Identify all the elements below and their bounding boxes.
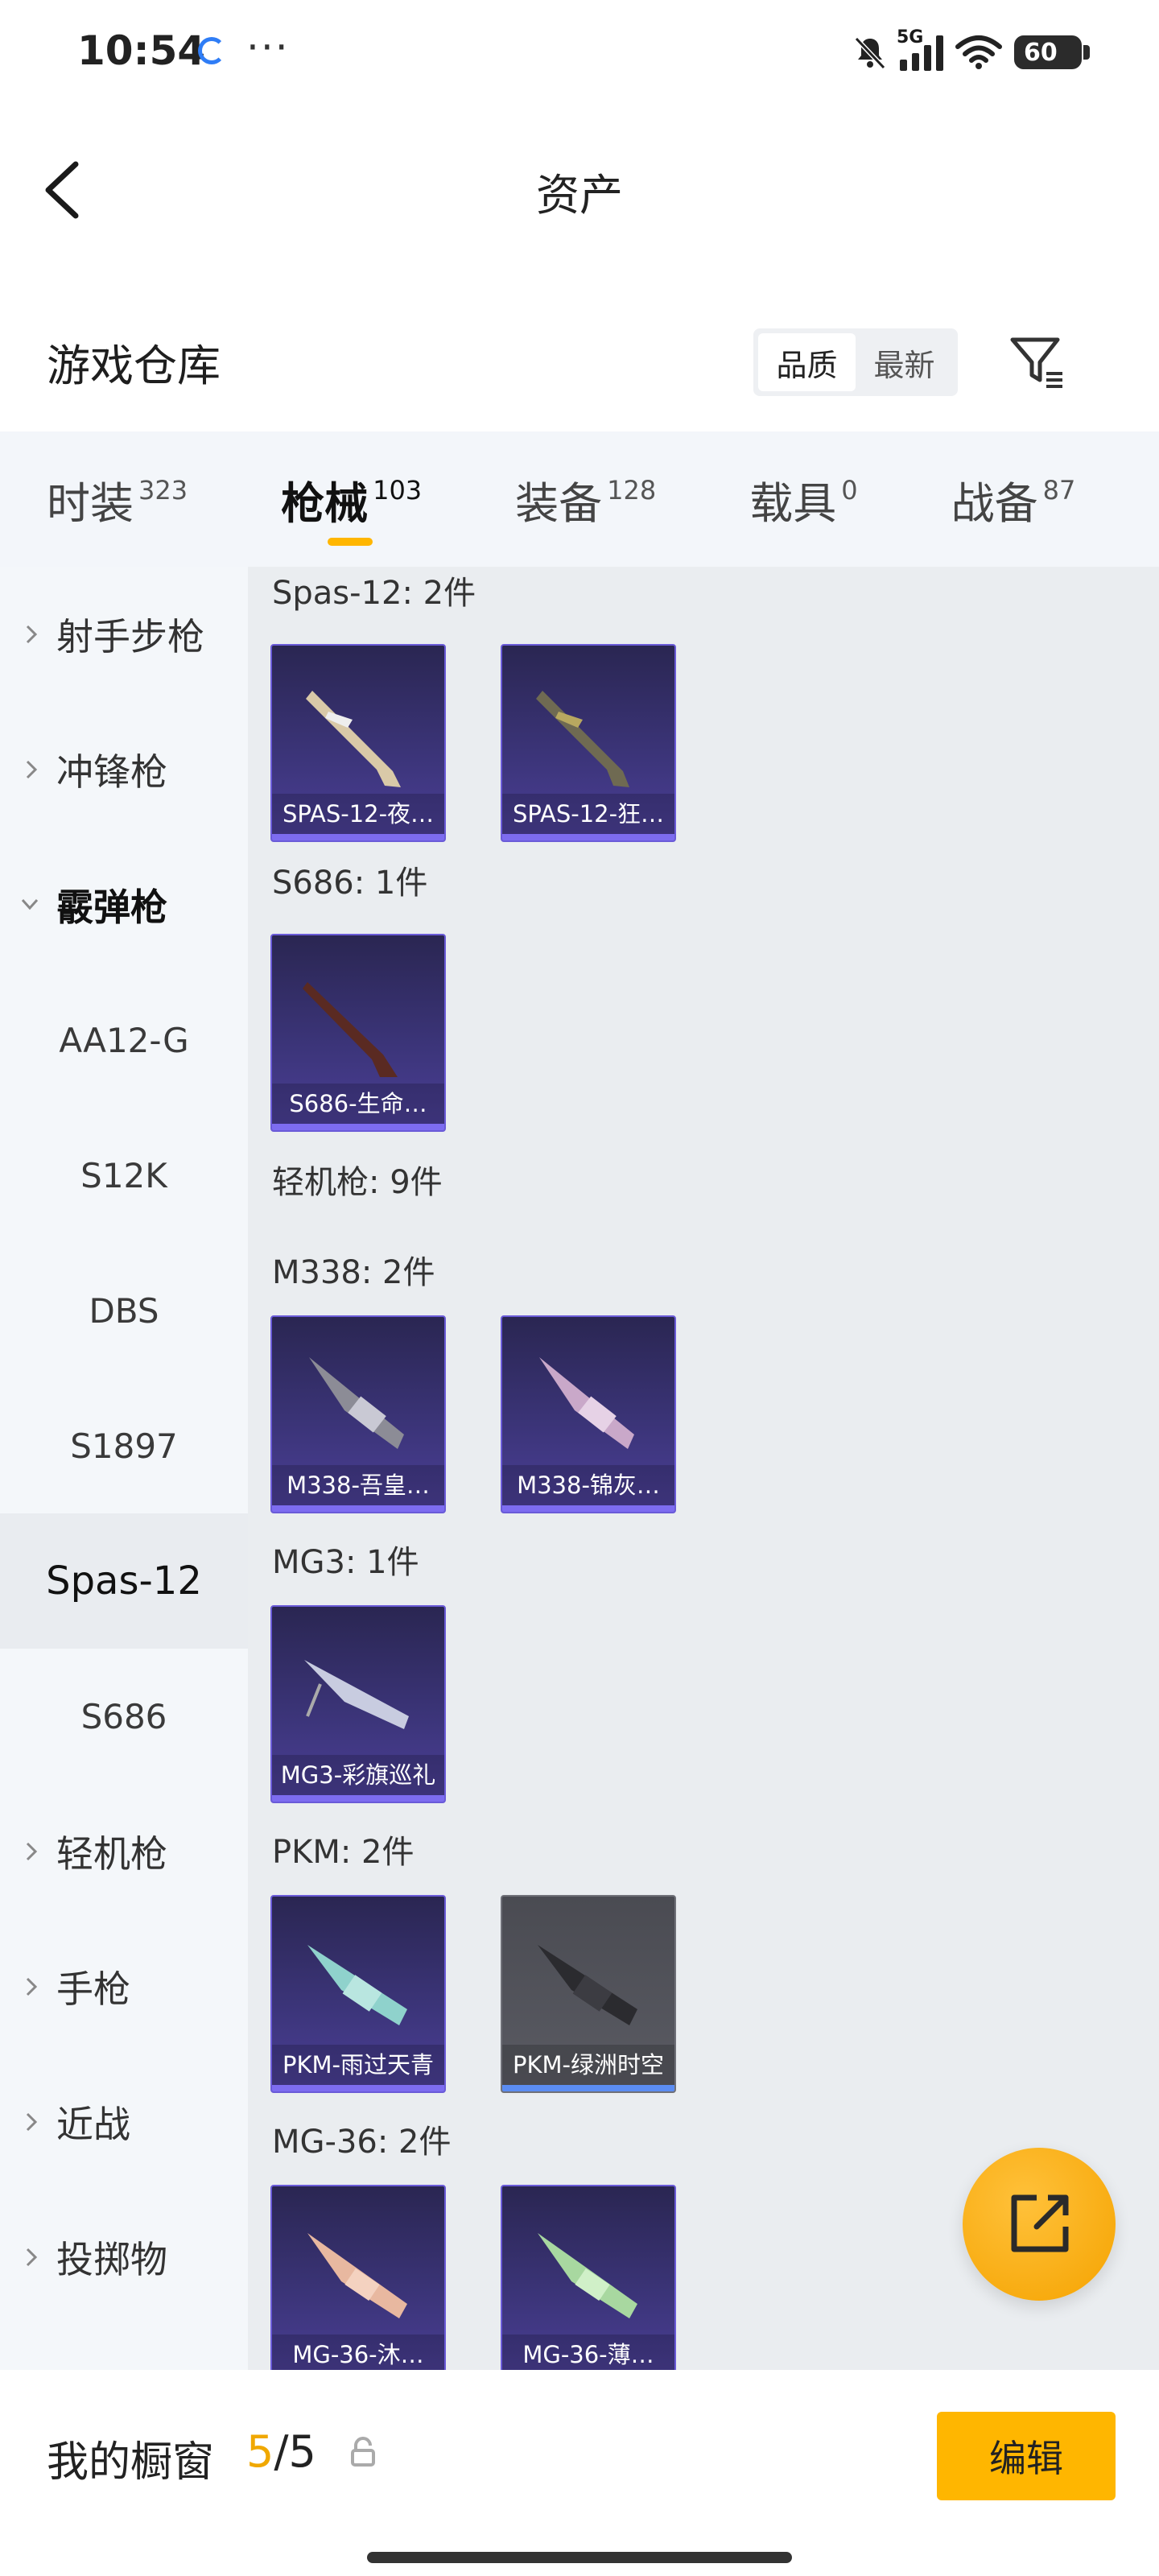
sidebar-item-spas12[interactable]: Spas-12 — [0, 1513, 248, 1649]
shotgun-skin-image — [536, 691, 629, 787]
chevron-right-icon — [26, 2112, 38, 2132]
category-tabs: 时装 323 枪械 103 装备 128 载具 0 战备 87 — [0, 431, 1159, 567]
sidebar-item-throwables[interactable]: 投掷物 — [0, 2190, 248, 2325]
chevron-right-icon — [26, 625, 38, 644]
warehouse-header: 游戏仓库 品质 最新 — [0, 322, 1159, 427]
more-dots-icon: ··· — [246, 24, 290, 71]
weapon-card[interactable]: PKM-绿洲时空 — [501, 1895, 676, 2093]
group-header-m338: M338: 2件 — [272, 1254, 435, 1291]
machine-gun-skin-image — [538, 1945, 637, 2025]
asset-page: 10:54 ··· 5G 60 资产 游戏仓库 品质 最新 时装 323 枪械 … — [0, 0, 1159, 2576]
group-header-pkm: PKM: 2件 — [272, 1834, 415, 1871]
home-indicator[interactable] — [367, 2552, 792, 2563]
weapon-name: PKM-绿洲时空 — [502, 2045, 674, 2085]
machine-gun-skin-image — [304, 1660, 409, 1729]
sidebar-item-melee[interactable]: 近战 — [0, 2054, 248, 2190]
group-header-s686: S686: 1件 — [272, 865, 428, 902]
cellular-signal-icon: 5G — [897, 27, 943, 71]
weapon-card[interactable]: M338-吾皇… — [270, 1315, 446, 1513]
weapon-card[interactable]: PKM-雨过天青 — [270, 1895, 446, 2093]
sort-quality-button[interactable]: 品质 — [758, 333, 856, 391]
chevron-right-icon — [26, 1842, 38, 1861]
tab-fashion[interactable]: 时装 323 — [47, 431, 188, 567]
weapon-name: PKM-雨过天青 — [272, 2045, 444, 2085]
tab-weapons[interactable]: 枪械 103 — [281, 431, 422, 567]
weapon-card[interactable]: MG-36-薄… — [501, 2185, 676, 2370]
edit-button[interactable]: 编辑 — [937, 2412, 1116, 2500]
weapon-category-sidebar: 射手步枪 冲锋枪 霰弹枪 AA12-G S12K DBS S1897 Spas-… — [0, 567, 248, 2370]
group-header-lmg: 轻机枪: 9件 — [272, 1164, 443, 1201]
status-bar: 10:54 ··· 5G 60 — [0, 0, 1159, 105]
wifi-icon — [955, 35, 1002, 69]
weapon-card[interactable]: M338-锦灰… — [501, 1315, 676, 1513]
shotgun-skin-image — [306, 691, 401, 787]
weapon-card[interactable]: MG3-彩旗巡礼 — [270, 1605, 446, 1803]
showcase-title: 我的橱窗 — [47, 2438, 215, 2487]
sort-toggle: 品质 最新 — [753, 328, 958, 396]
group-header-mg36: MG-36: 2件 — [272, 2124, 452, 2161]
tab-combat-gear[interactable]: 战备 87 — [951, 431, 1076, 567]
sort-newest-button[interactable]: 最新 — [856, 333, 953, 391]
filter-icon[interactable] — [1008, 333, 1067, 393]
page-title: 资产 — [536, 170, 623, 221]
battery-icon: 60 — [1014, 35, 1090, 69]
weapon-card[interactable]: SPAS-12-夜… — [270, 644, 446, 842]
sidebar-item-shotgun[interactable]: 霰弹枪 — [0, 837, 248, 972]
group-header-mg3: MG3: 1件 — [272, 1544, 419, 1581]
group-header-spas12: Spas-12: 2件 — [272, 575, 476, 612]
sidebar-item-s686[interactable]: S686 — [0, 1649, 248, 1784]
lock-icon — [351, 2437, 375, 2467]
share-button[interactable] — [963, 2148, 1116, 2301]
shotgun-skin-image — [303, 982, 398, 1077]
top-nav: 资产 — [0, 137, 1159, 242]
machine-gun-skin-image — [309, 1357, 404, 1449]
machine-gun-skin-image — [539, 1357, 634, 1449]
sidebar-item-pistol[interactable]: 手枪 — [0, 1919, 248, 2054]
warehouse-title: 游戏仓库 — [47, 341, 221, 391]
weapon-name: MG3-彩旗巡礼 — [272, 1755, 444, 1795]
rifle-skin-image — [307, 2233, 407, 2318]
sidebar-item-dbs[interactable]: DBS — [0, 1243, 248, 1378]
sidebar-item-aa12g[interactable]: AA12-G — [0, 972, 248, 1108]
tab-equipment[interactable]: 装备 128 — [515, 431, 656, 567]
weapon-name: MG-36-沐… — [272, 2334, 444, 2370]
weapon-name: SPAS-12-狂… — [502, 794, 674, 834]
showcase-bar: 我的橱窗 5/5 编辑 — [0, 2370, 1159, 2576]
weapon-list: Spas-12: 2件 SPAS-12-夜… SPAS-12-狂… S686: … — [248, 567, 1159, 2370]
weapon-name: MG-36-薄… — [502, 2334, 674, 2370]
chevron-right-icon — [26, 2248, 38, 2267]
weapon-name: S686-生命… — [272, 1084, 444, 1124]
rifle-skin-image — [538, 2233, 637, 2318]
machine-gun-skin-image — [307, 1945, 407, 2025]
chevron-right-icon — [26, 760, 38, 779]
weapon-name: M338-锦灰… — [502, 1465, 674, 1505]
chevron-down-icon — [21, 898, 39, 910]
mute-bell-icon — [854, 36, 886, 70]
weapon-name: SPAS-12-夜… — [272, 794, 444, 834]
chevron-right-icon — [26, 1977, 38, 1996]
sidebar-item-marksman-rifle[interactable]: 射手步枪 — [0, 567, 248, 702]
sidebar-item-smg[interactable]: 冲锋枪 — [0, 702, 248, 837]
sidebar-item-lmg[interactable]: 轻机枪 — [0, 1784, 248, 1919]
sync-icon — [198, 37, 225, 64]
sidebar-item-s12k[interactable]: S12K — [0, 1108, 248, 1243]
tab-vehicles[interactable]: 载具 0 — [749, 431, 857, 567]
weapon-name: M338-吾皇… — [272, 1465, 444, 1505]
showcase-count: 5/5 — [246, 2426, 316, 2477]
sidebar-item-s1897[interactable]: S1897 — [0, 1378, 248, 1513]
weapon-card[interactable]: S686-生命… — [270, 934, 446, 1132]
share-icon — [1011, 2194, 1069, 2252]
weapon-card[interactable]: MG-36-沐… — [270, 2185, 446, 2370]
status-time: 10:54 — [77, 27, 206, 74]
weapon-card[interactable]: SPAS-12-狂… — [501, 644, 676, 842]
